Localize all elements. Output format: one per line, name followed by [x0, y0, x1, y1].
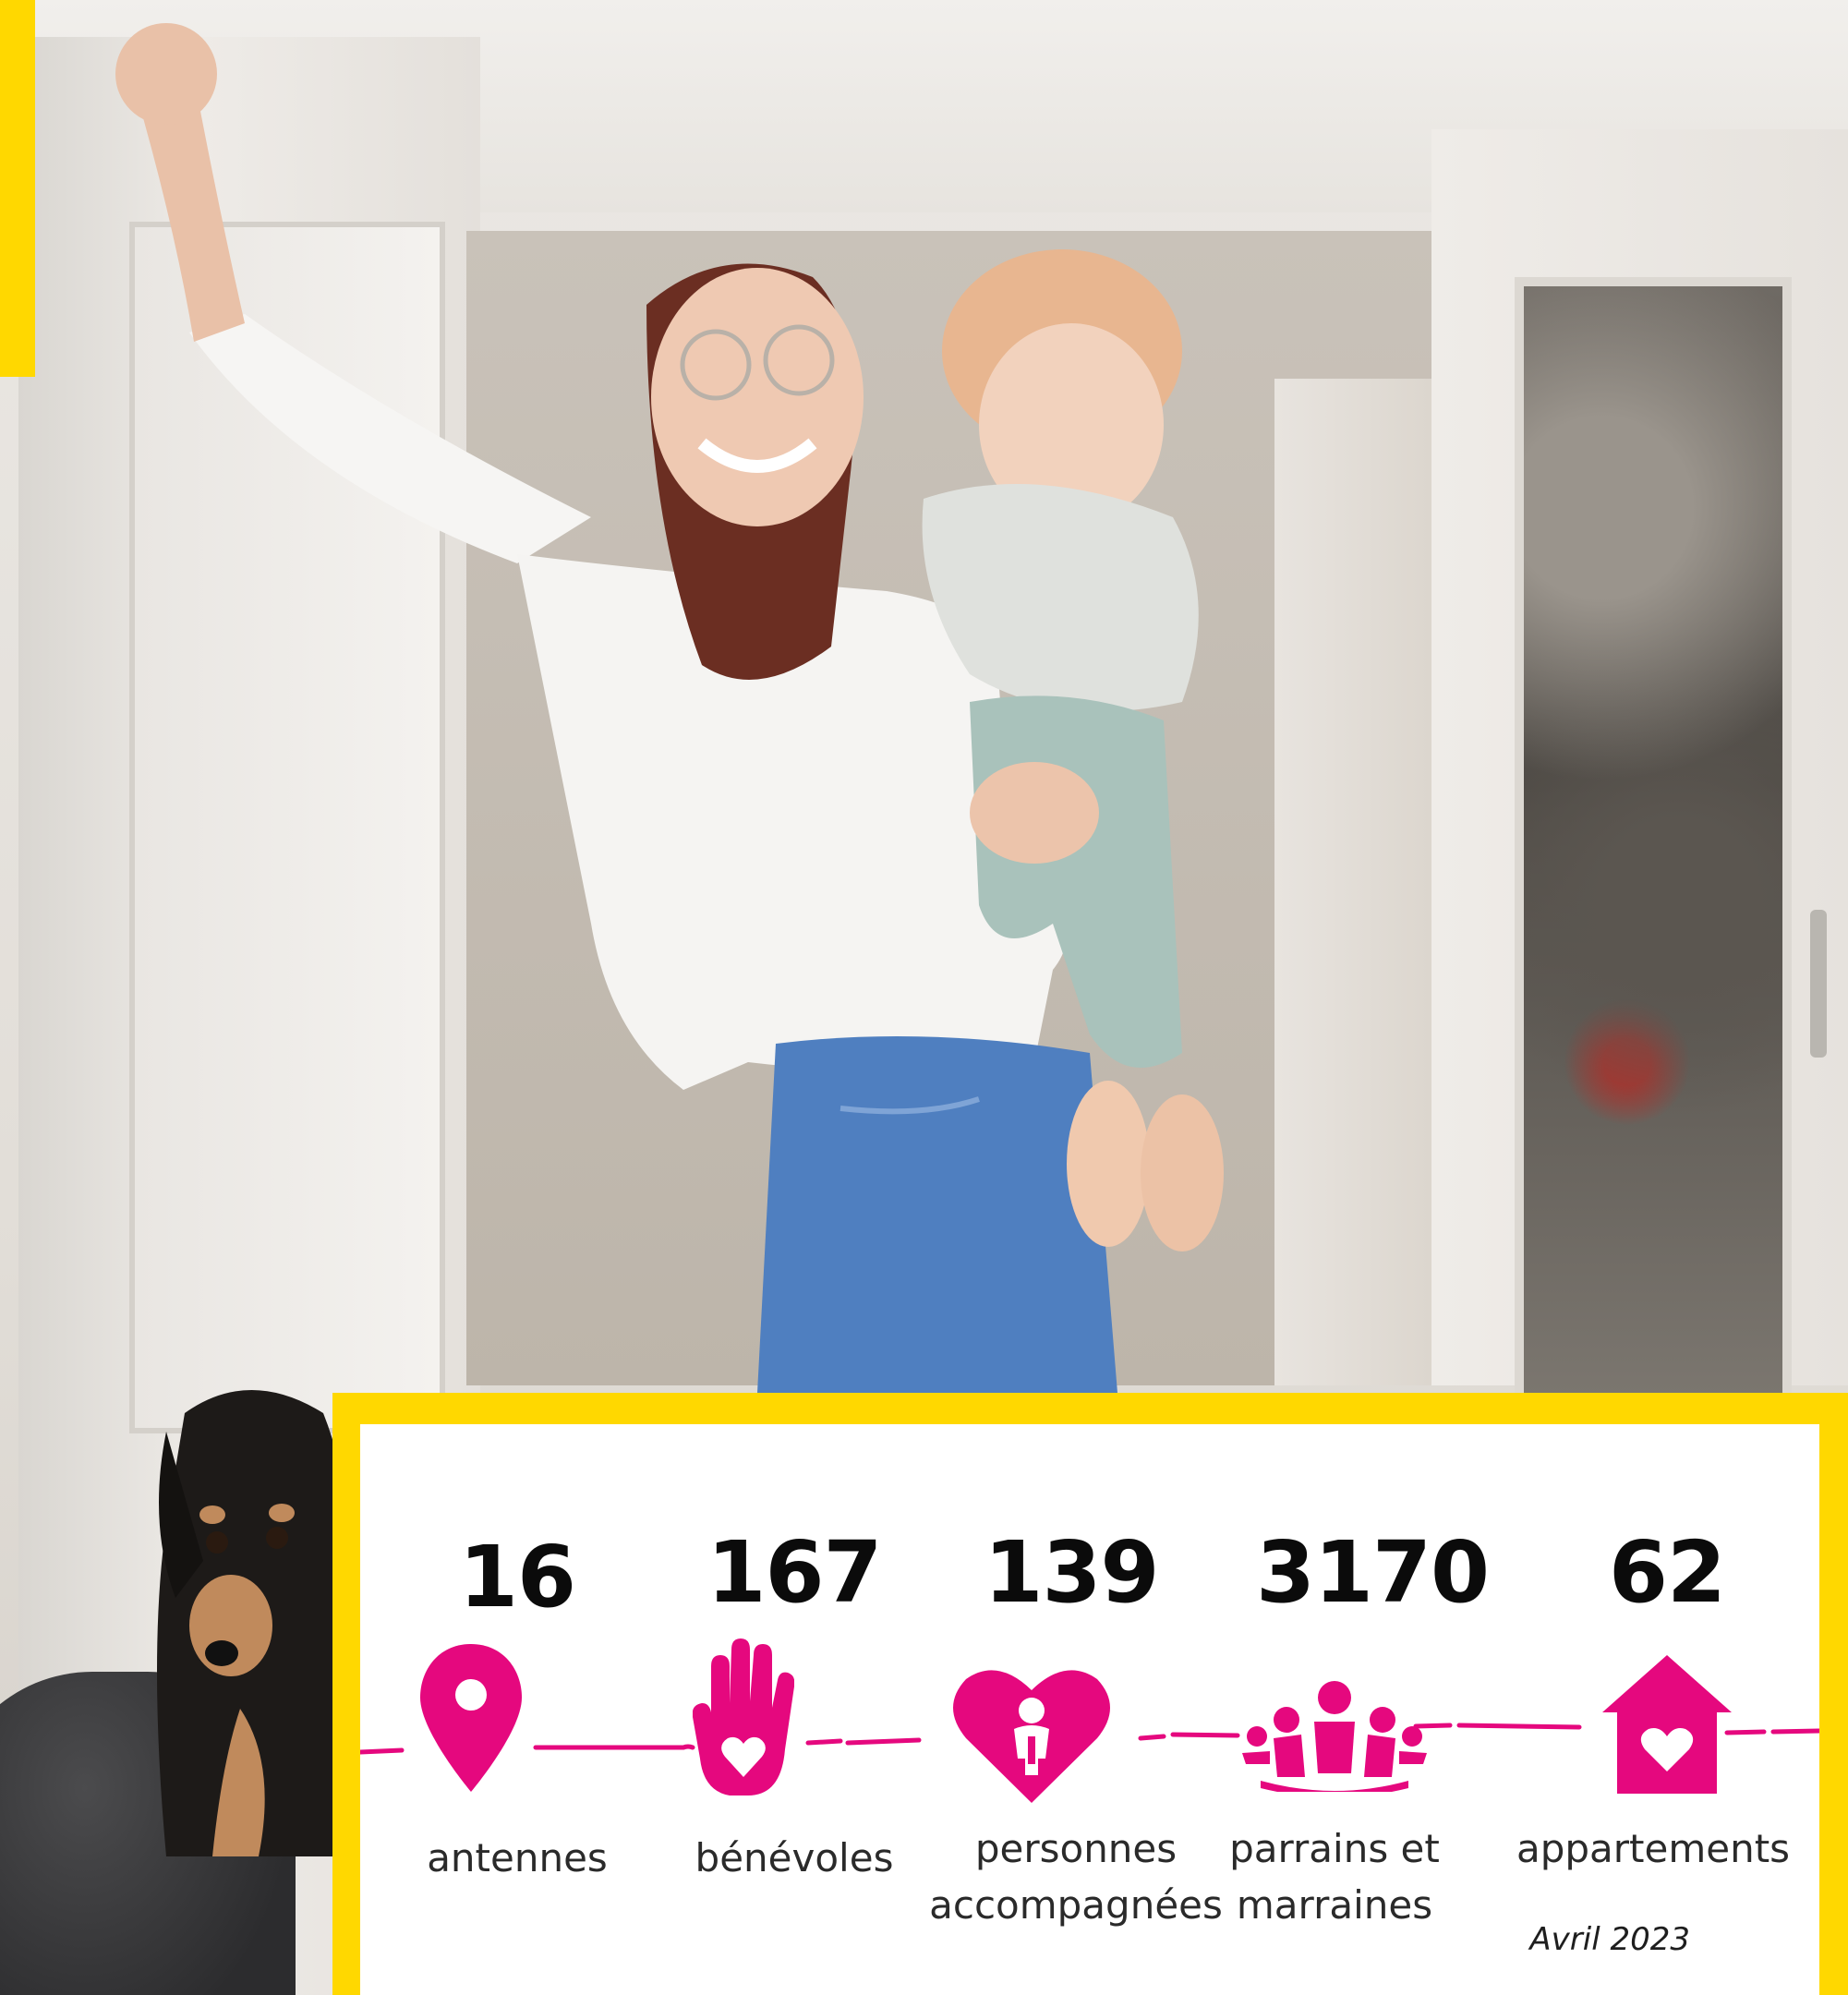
stat-value-parrains: 3170	[1255, 1523, 1490, 1622]
group-people-icon	[1242, 1681, 1427, 1792]
map-pin-icon	[420, 1644, 522, 1792]
stat-label-antennes: antennes	[427, 1835, 608, 1880]
house-heart-icon	[1602, 1655, 1732, 1794]
stats-card: 16 antennes 167 bénévoles 139 personnes …	[360, 1424, 1819, 1995]
stat-label-appartements: appartements	[1516, 1826, 1791, 1871]
yellow-accent-bar	[0, 0, 35, 377]
dog	[157, 1390, 353, 1856]
stat-label-parrains: parrains et marraines	[1229, 1826, 1440, 1928]
hand-heart-icon	[693, 1638, 794, 1796]
stat-value-personnes: 139	[984, 1523, 1159, 1622]
stat-value-antennes: 16	[458, 1528, 576, 1626]
date-stamp: Avril 2023	[1529, 1921, 1690, 1958]
stat-value-appartements: 62	[1608, 1523, 1726, 1622]
heart-person-icon	[953, 1670, 1110, 1803]
stat-value-benevoles: 167	[707, 1523, 882, 1622]
